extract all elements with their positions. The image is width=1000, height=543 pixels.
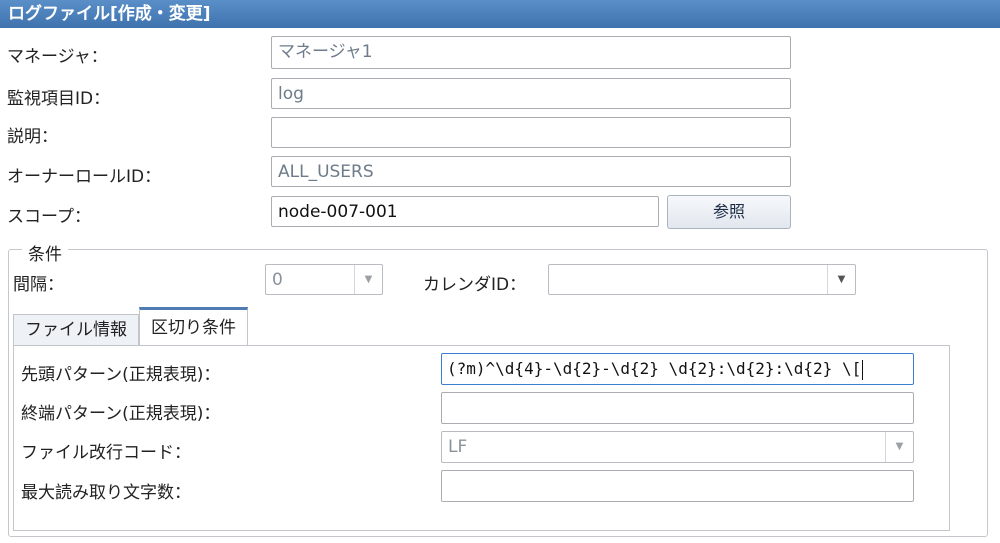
owner-role-label: オーナーロールID： [7,167,162,187]
max-chars-input[interactable] [441,470,914,502]
manager-label: マネージャ： [7,47,108,67]
line-code-label: ファイル改行コード： [21,443,191,463]
window-title: ログファイル[作成・変更] [0,0,1000,28]
start-pattern-input[interactable]: (?m)^\d{4}-\d{2}-\d{2} \d{2}:\d{2}:\d{2}… [441,353,914,385]
chevron-down-icon: ▼ [885,432,913,462]
scope-browse-button[interactable]: 参照 [667,195,791,229]
end-pattern-input[interactable] [441,392,914,424]
chevron-down-icon: ▼ [827,265,855,294]
tab-delimiter-conditions[interactable]: 区切り条件 [139,307,248,346]
interval-select[interactable]: 0 ▼ [265,264,383,295]
manager-field[interactable]: マネージャ1 [271,36,791,69]
description-field[interactable] [271,117,791,148]
monitor-id-label: 監視項目ID： [7,89,111,109]
chevron-down-icon: ▼ [354,265,382,294]
owner-role-field[interactable]: ALL_USERS [271,156,791,187]
interval-label: 間隔： [13,275,64,295]
end-pattern-label: 終端パターン(正規表現)： [21,404,221,424]
conditions-legend: 条件 [22,240,68,265]
start-pattern-value: (?m)^\d{4}-\d{2}-\d{2} \d{2}:\d{2}:\d{2}… [447,359,862,378]
tab-file-info[interactable]: ファイル情報 [13,314,139,346]
max-chars-label: 最大読み取り文字数： [21,483,191,503]
line-code-select[interactable]: LF ▼ [441,431,914,463]
calendar-label: カレンダID： [423,275,527,295]
interval-value: 0 [272,270,283,290]
start-pattern-label: 先頭パターン(正規表現)： [21,365,221,385]
calendar-select[interactable]: ▼ [548,264,856,295]
description-label: 説明： [7,127,58,147]
text-cursor [862,359,864,380]
scope-field[interactable]: node-007-001 [271,196,659,227]
line-code-value: LF [448,437,468,457]
scope-label: スコープ： [7,207,91,227]
monitor-id-field[interactable]: log [271,78,791,109]
